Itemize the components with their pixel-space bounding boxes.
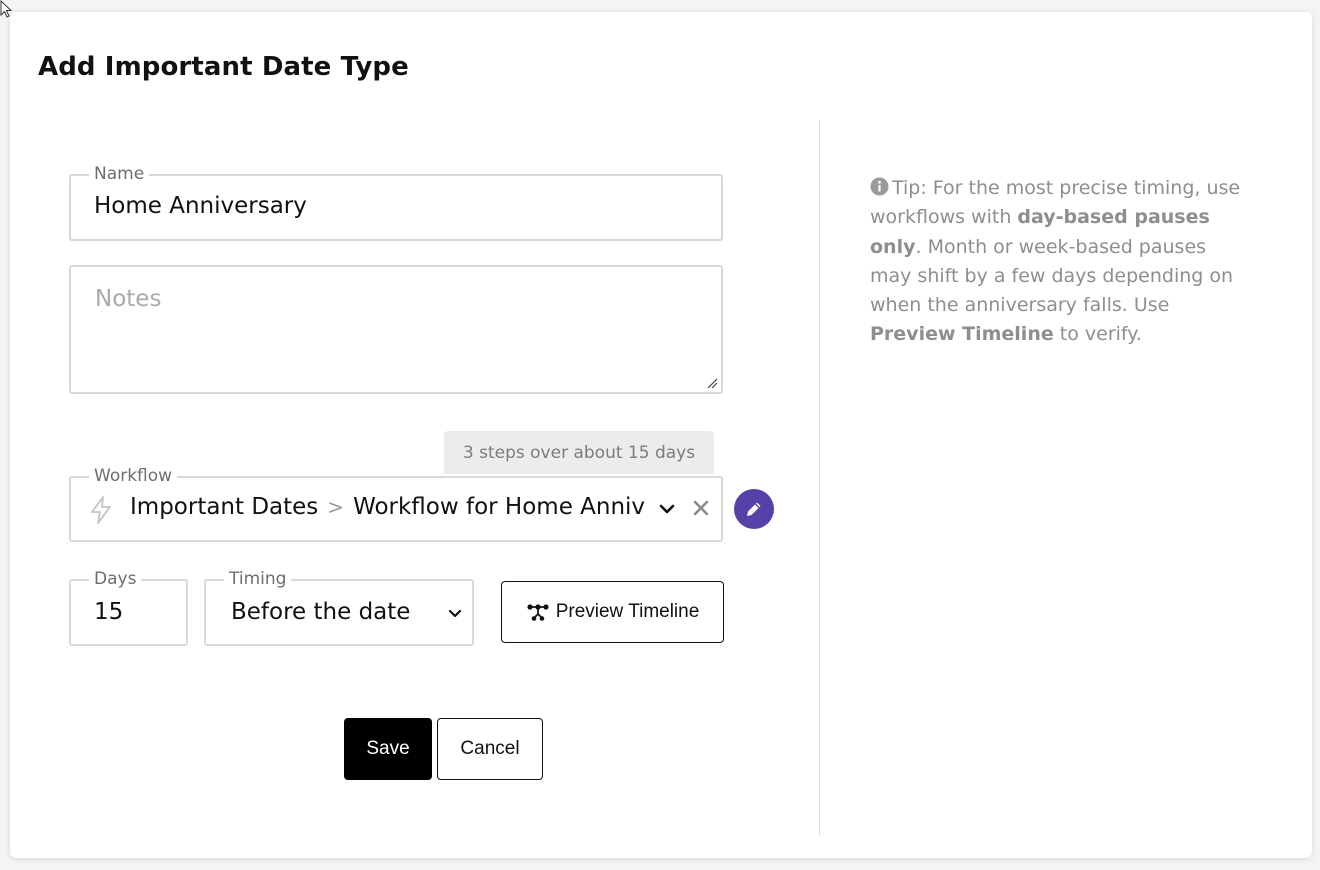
name-input[interactable]: Home Anniversary	[94, 193, 307, 219]
timeline-icon	[527, 604, 549, 621]
tip-bold-preview-timeline: Preview Timeline	[870, 323, 1054, 346]
bolt-icon	[91, 496, 111, 524]
days-input[interactable]: 15	[94, 599, 123, 625]
chevron-down-icon[interactable]	[659, 503, 675, 515]
timing-label: Timing	[224, 568, 292, 590]
timing-select[interactable]: Timing Before the date	[204, 568, 474, 646]
tip-text-suffix: to verify.	[1053, 323, 1142, 346]
timing-tip: Tip: For the most precise timing, use wo…	[870, 174, 1250, 350]
workflow-select[interactable]: Workflow Important Dates > Workflow for Ho…	[69, 465, 723, 542]
close-icon[interactable]	[692, 499, 710, 517]
dialog-title: Add Important Date Type	[38, 52, 409, 82]
name-field[interactable]: Name Home Anniversary	[69, 163, 723, 241]
cancel-button[interactable]: Cancel	[437, 718, 543, 780]
days-field[interactable]: Days 15	[69, 568, 188, 646]
notes-placeholder: Notes	[95, 286, 162, 312]
days-label: Days	[89, 568, 142, 590]
workflow-name: Workflow for Home Anniversary	[353, 494, 646, 520]
save-button[interactable]: Save	[344, 718, 432, 780]
timing-selected-value: Before the date	[231, 599, 411, 625]
edit-workflow-button[interactable]	[734, 489, 774, 529]
preview-timeline-label: Preview Timeline	[555, 601, 700, 622]
workflow-folder: Important Dates	[130, 494, 319, 520]
pencil-icon	[747, 502, 761, 516]
workflow-path-separator: >	[327, 495, 345, 519]
workflow-label: Workflow	[89, 465, 178, 487]
preview-timeline-button[interactable]: Preview Timeline	[501, 581, 724, 643]
add-important-date-type-dialog: Add Important Date Type Name Home Annive…	[10, 12, 1312, 858]
notes-textarea[interactable]: Notes	[69, 265, 723, 394]
info-icon	[870, 177, 889, 196]
chevron-down-icon	[448, 609, 462, 618]
workflow-steps-badge: 3 steps over about 15 days	[444, 431, 714, 474]
workflow-selected-value: Important Dates > Workflow for Home Annive…	[130, 494, 646, 520]
tip-text-middle: . Month or week-based pauses may shift b…	[870, 235, 1234, 317]
column-divider	[819, 120, 820, 836]
resize-grip-icon[interactable]	[706, 377, 718, 389]
name-label: Name	[89, 163, 150, 185]
